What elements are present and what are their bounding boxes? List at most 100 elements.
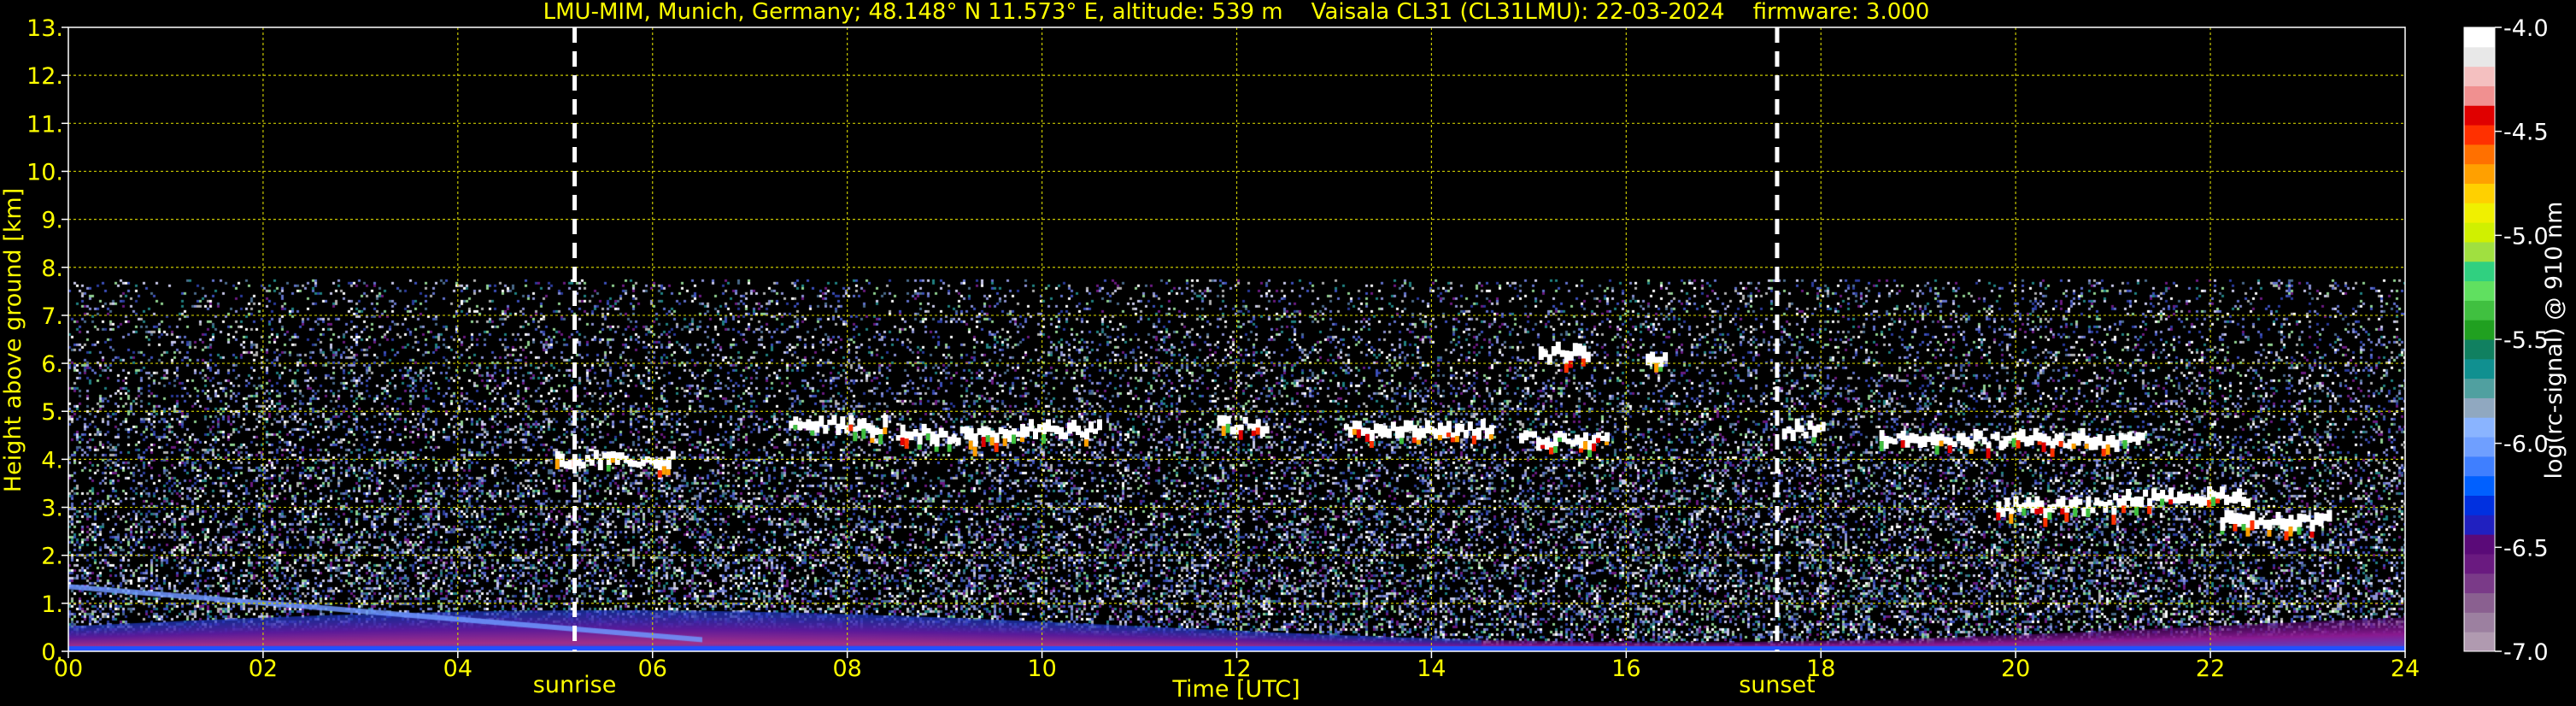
cloud-edge <box>2050 448 2055 457</box>
cloud-cell <box>883 415 889 428</box>
cloud-edge <box>1251 430 1256 436</box>
y-tick-label: 6. <box>41 351 63 378</box>
cloud-edge <box>947 444 952 452</box>
cloud-edge <box>883 427 888 435</box>
cloud-edge <box>606 465 611 472</box>
y-tick-label: 2. <box>41 544 63 570</box>
cloud-edge <box>904 438 909 449</box>
y-tick-label: 4. <box>41 447 63 474</box>
colorbar-segment <box>2464 105 2495 126</box>
cloud-cell <box>848 415 854 425</box>
cloud-edge <box>2037 441 2042 445</box>
y-tick-label: 12. <box>26 63 63 90</box>
cloud-edge <box>793 425 798 430</box>
cloud-edge <box>1364 433 1370 443</box>
y-tick-label: 7. <box>41 303 63 330</box>
colorbar-segment <box>2464 46 2495 68</box>
cloud-edge <box>2122 439 2127 450</box>
colorbar-segment <box>2464 495 2495 515</box>
colorbar-segment <box>2464 475 2495 496</box>
cloud-edge <box>2250 520 2255 531</box>
cloud-cell <box>1242 416 1248 424</box>
cloud-edge <box>2288 527 2293 537</box>
x-tick-label: 14 <box>1417 656 1446 682</box>
colorbar-segment <box>2464 632 2495 652</box>
cloud-edge <box>1658 367 1664 372</box>
colorbar-segment <box>2464 592 2495 613</box>
cloud-edge <box>2309 531 2315 538</box>
colorbar-segment <box>2464 320 2495 340</box>
cloud-edge <box>1221 426 1226 437</box>
cloud-edge <box>1811 437 1816 444</box>
cloud-edge <box>848 424 854 432</box>
y-tick-label: 5. <box>41 399 63 426</box>
cloud-cell <box>2077 498 2083 505</box>
cloud-edge <box>1557 437 1562 442</box>
chart-title: LMU-MIM, Munich, Germany; 48.148° N 11.5… <box>543 0 1930 25</box>
cloud-edge <box>1255 427 1260 435</box>
colorbar-segment <box>2464 85 2495 106</box>
colorbar-segment <box>2464 144 2495 165</box>
cloud-cell <box>2114 439 2120 452</box>
colorbar-segment <box>2464 397 2495 418</box>
cloud-edge <box>1587 450 1592 457</box>
cloud-edge <box>2168 499 2174 505</box>
colorbar-tick-label: -6.5 <box>2503 535 2549 562</box>
cloud-edge <box>989 437 995 446</box>
colorbar-segment <box>2464 241 2495 262</box>
cloud-edge <box>1446 432 1451 438</box>
colorbar-segment <box>2464 27 2495 48</box>
cloud-cell <box>1803 431 1809 439</box>
colorbar <box>2463 26 2496 652</box>
cloud-cell <box>2139 496 2145 508</box>
cloud-edge <box>1084 438 1088 447</box>
cloud-edge <box>666 468 671 475</box>
cloud-edge <box>1225 423 1230 433</box>
colorbar-segment <box>2464 66 2495 86</box>
colorbar-segment <box>2464 417 2495 438</box>
colorbar-tick-label: -4.0 <box>2503 15 2549 42</box>
cloud-edge <box>968 440 973 450</box>
cloud-edge <box>2215 498 2221 503</box>
cloud-edge <box>2073 508 2078 517</box>
colorbar-tick-label: -4.5 <box>2503 120 2549 146</box>
cloud-edge <box>1540 444 1545 449</box>
cloud-edge <box>1012 434 1016 444</box>
colorbar-segment <box>2464 456 2495 477</box>
cloud-edge <box>1548 447 1553 455</box>
y-tick-label: 8. <box>41 256 63 282</box>
cloud-cell <box>593 450 599 459</box>
x-tick-label: 06 <box>638 656 667 682</box>
cloud-cell <box>1264 426 1270 434</box>
cloud-edge <box>878 434 883 444</box>
cloud-edge <box>2047 512 2052 521</box>
cloud-edge <box>2084 444 2089 449</box>
cloud-edge <box>1552 446 1558 453</box>
cloud-edge <box>2009 514 2014 524</box>
cloud-edge <box>1900 440 1905 448</box>
cloud-cell <box>1585 351 1591 362</box>
cloud-cell <box>580 462 586 469</box>
cloud-edge <box>2016 440 2021 449</box>
cloud-edge <box>1450 437 1455 443</box>
cloud-cell <box>994 432 1000 444</box>
cloud-edge <box>810 430 815 436</box>
cloud-cell <box>2107 499 2113 506</box>
cloud-cell <box>2245 498 2251 508</box>
cloud-edge <box>2060 508 2065 515</box>
cloud-cell <box>1663 352 1669 362</box>
cloud-edge <box>661 466 666 475</box>
colorbar-segment <box>2464 573 2495 594</box>
cloud-cell <box>1799 425 1804 432</box>
y-tick-label: 0. <box>41 639 63 666</box>
cloud-cell <box>1582 432 1588 442</box>
x-tick-label: 16 <box>1611 656 1640 682</box>
cloud-cell <box>831 415 837 426</box>
cloud-edge <box>1581 358 1586 367</box>
x-tick-label: 24 <box>2391 656 2420 682</box>
colorbar-segment <box>2464 378 2495 398</box>
cloud-cell <box>2090 507 2096 514</box>
x-axis-label: Time [UTC] <box>1171 676 1300 703</box>
cloud-edge <box>2297 527 2302 535</box>
cloud-cell <box>955 437 961 445</box>
